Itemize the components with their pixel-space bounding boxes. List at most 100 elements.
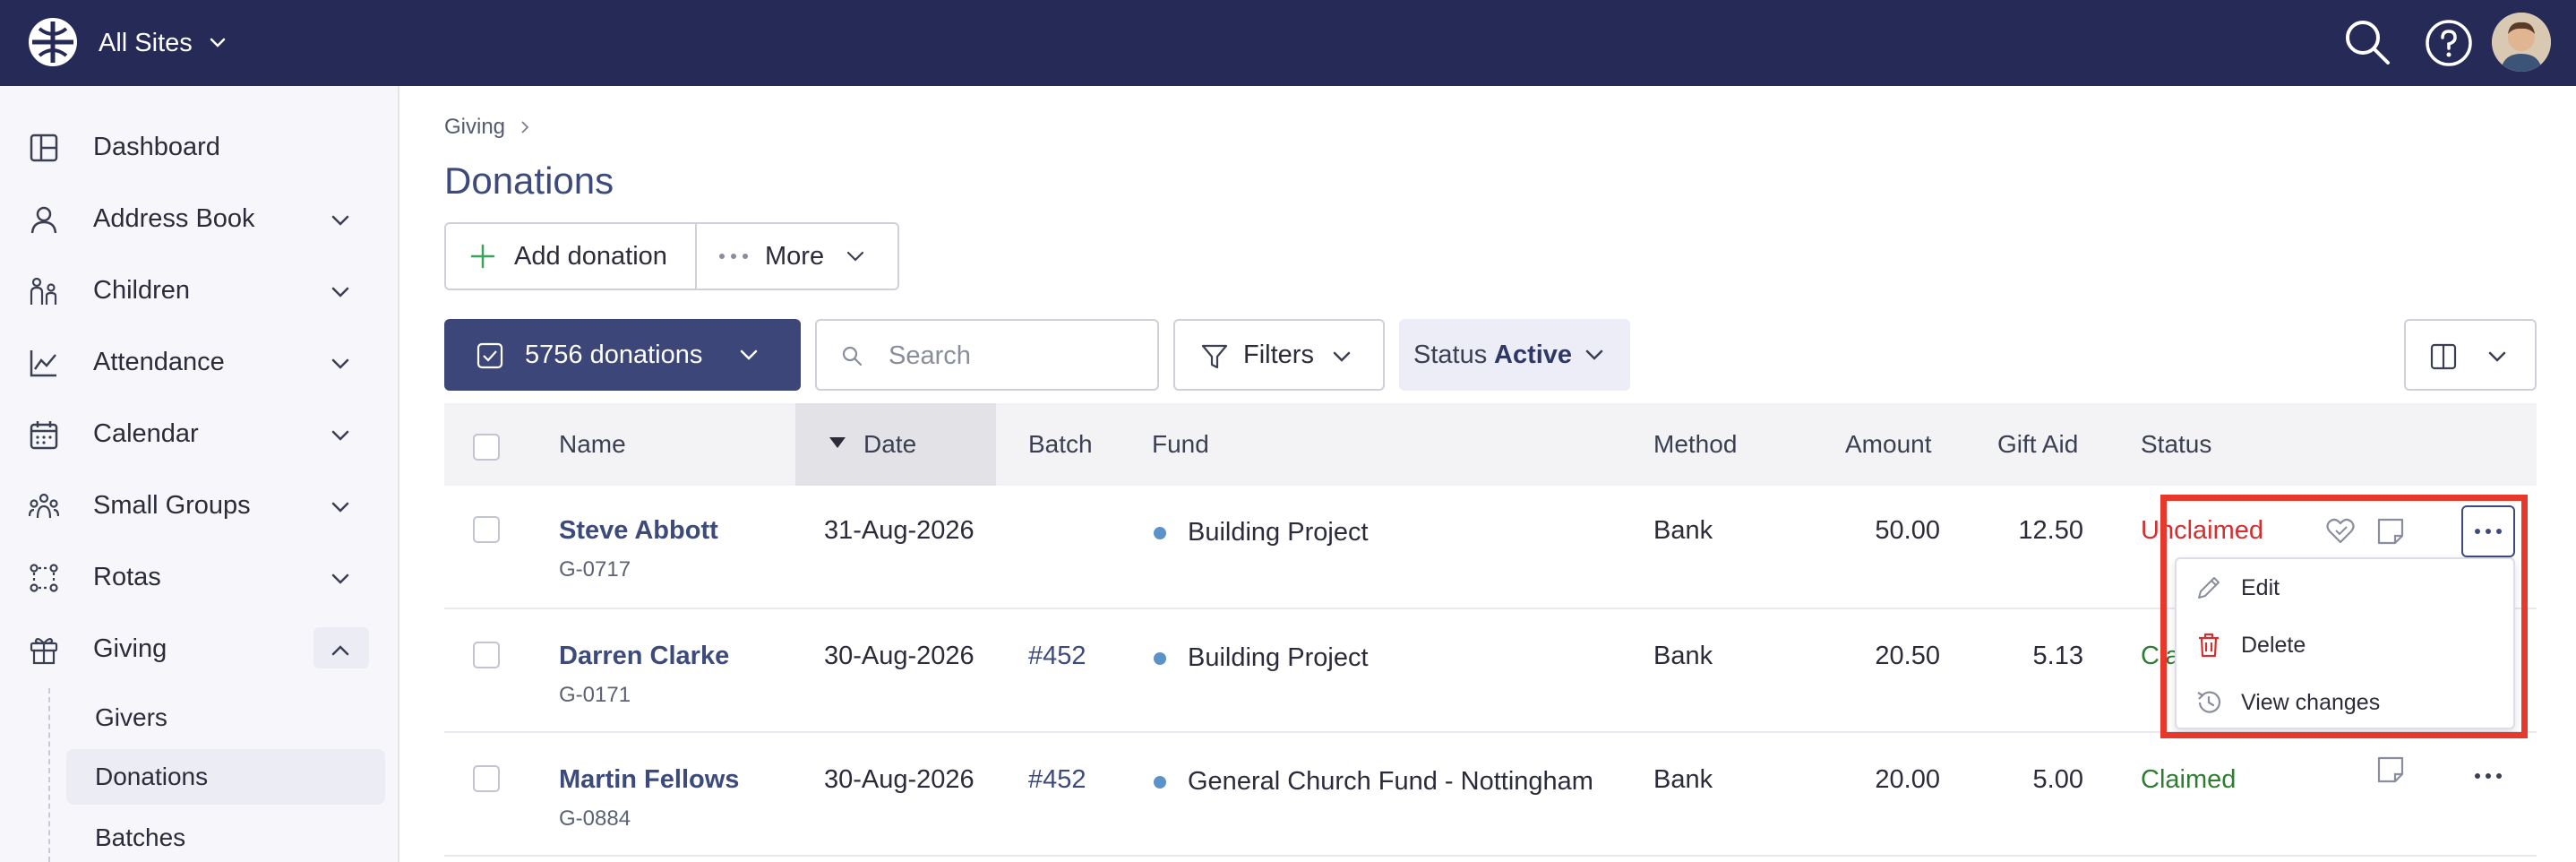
- action-group: Add donation More: [444, 222, 899, 290]
- fund-dot: [1154, 527, 1166, 539]
- sidebar-item-children[interactable]: Children: [0, 262, 399, 319]
- columns-button[interactable]: [2404, 319, 2537, 391]
- header-status[interactable]: Status: [2141, 430, 2211, 459]
- sidebar-item-giving[interactable]: Giving: [0, 620, 399, 677]
- checkbox-icon: [477, 342, 503, 369]
- chevron-down-icon: [331, 287, 349, 297]
- site-switcher[interactable]: All Sites: [99, 23, 230, 63]
- more-actions-icon[interactable]: [2470, 758, 2506, 794]
- fund-dot: [1154, 776, 1166, 789]
- chart-icon: [30, 350, 56, 377]
- person-icon: [30, 206, 57, 234]
- chevron-down-icon: [1585, 349, 1603, 360]
- giver-name-link[interactable]: Steve Abbott: [559, 516, 718, 546]
- group-icon: [29, 493, 59, 519]
- table-row[interactable]: Martin Fellows G-0884 30-Aug-2026 #452 G…: [444, 733, 2537, 857]
- header-amount[interactable]: Amount: [1845, 430, 1932, 459]
- header-date[interactable]: Date: [863, 430, 916, 459]
- calendar-icon: [30, 421, 58, 450]
- sidebar-subitem-batches[interactable]: Batches: [66, 810, 385, 862]
- chevron-down-icon: [1333, 351, 1351, 362]
- giver-name-link[interactable]: Martin Fellows: [559, 765, 739, 795]
- add-donation-button[interactable]: Add donation: [446, 224, 697, 289]
- chevron-down-icon: [2488, 351, 2506, 362]
- sidebar-item-label: Calendar: [93, 418, 199, 448]
- chevron-down-icon: [740, 349, 758, 360]
- sidebar-item-attendance[interactable]: Attendance: [0, 333, 399, 391]
- fund-name: General Church Fund - Nottingham: [1188, 767, 1593, 796]
- selection-count-label: 5756 donations: [525, 340, 703, 369]
- donation-date: 30-Aug-2026: [824, 765, 975, 794]
- select-all-checkbox[interactable]: [473, 434, 500, 461]
- chevron-down-icon: [210, 38, 226, 47]
- giver-name-link[interactable]: Darren Clarke: [559, 642, 729, 671]
- row-checkbox[interactable]: [473, 642, 500, 668]
- header-batch[interactable]: Batch: [1028, 430, 1093, 459]
- selection-count-button[interactable]: 5756 donations: [444, 319, 801, 391]
- chevron-up-icon: [331, 645, 349, 656]
- sidebar-item-calendar[interactable]: Calendar: [0, 405, 399, 462]
- giver-code: G-0717: [559, 557, 631, 582]
- fund-dot: [1154, 652, 1166, 665]
- sort-descending-icon: [829, 437, 846, 448]
- payment-method: Bank: [1653, 642, 1713, 670]
- header-fund[interactable]: Fund: [1152, 430, 1209, 459]
- status-filter-key: Status: [1413, 340, 1488, 369]
- fund-name: Building Project: [1188, 518, 1369, 547]
- sidebar-item-rotas[interactable]: Rotas: [0, 548, 399, 606]
- avatar[interactable]: [2492, 13, 2551, 72]
- batch-link[interactable]: #452: [1028, 765, 1086, 795]
- chevron-down-icon: [331, 502, 349, 513]
- plus-icon: [470, 244, 495, 269]
- gift-aid-amount: 5.00: [2032, 765, 2083, 794]
- sidebar-item-label: Small Groups: [93, 490, 251, 520]
- donation-amount: 20.00: [1875, 765, 1940, 794]
- help-icon[interactable]: [2424, 18, 2474, 68]
- rotas-icon: [30, 564, 58, 592]
- donation-amount: 50.00: [1875, 516, 1940, 545]
- header-method[interactable]: Method: [1653, 430, 1737, 459]
- chevron-right-icon: [521, 121, 529, 134]
- row-checkbox[interactable]: [473, 516, 500, 543]
- filters-label: Filters: [1243, 340, 1314, 369]
- highlight-box: [2160, 495, 2528, 738]
- sidebar-item-label: Children: [93, 275, 190, 305]
- status-badge: Claimed: [2141, 765, 2237, 794]
- breadcrumb-link-giving[interactable]: Giving: [444, 115, 505, 140]
- sidebar-item-label: Dashboard: [93, 132, 220, 161]
- columns-icon: [2430, 343, 2457, 370]
- breadcrumb: Giving: [444, 115, 532, 140]
- table-header: Name Date Batch Fund Method Amount Gift …: [444, 403, 2537, 486]
- note-icon[interactable]: [2375, 754, 2406, 785]
- more-button[interactable]: More: [697, 224, 897, 289]
- sidebar-subitem-givers[interactable]: Givers: [66, 690, 385, 746]
- header-gift-aid[interactable]: Gift Aid: [1997, 430, 2078, 459]
- sidebar-subitem-donations[interactable]: Donations: [66, 749, 385, 805]
- sidebar-item-label: Giving: [93, 634, 167, 663]
- subnav-line: [48, 688, 50, 862]
- search-icon[interactable]: [2341, 16, 2393, 68]
- donation-date: 30-Aug-2026: [824, 642, 975, 670]
- giver-code: G-0171: [559, 683, 631, 707]
- sidebar-item-label: Address Book: [93, 203, 255, 233]
- logo-icon[interactable]: [27, 16, 79, 68]
- sidebar-item-label: Rotas: [93, 562, 161, 591]
- payment-method: Bank: [1653, 516, 1713, 545]
- batch-link[interactable]: #452: [1028, 642, 1086, 671]
- sidebar-item-small-groups[interactable]: Small Groups: [0, 477, 399, 534]
- donation-date: 31-Aug-2026: [824, 516, 975, 545]
- row-checkbox[interactable]: [473, 765, 500, 792]
- sidebar-item-label: Attendance: [93, 347, 225, 376]
- donation-amount: 20.50: [1875, 642, 1940, 670]
- gift-aid-amount: 5.13: [2032, 642, 2083, 670]
- ellipsis-icon: [719, 254, 748, 259]
- filters-button[interactable]: Filters: [1173, 319, 1385, 391]
- chevron-down-icon: [331, 430, 349, 441]
- sidebar-item-address-book[interactable]: Address Book: [0, 190, 399, 247]
- search-field[interactable]: [815, 319, 1159, 391]
- status-filter-chip[interactable]: Status Active: [1399, 319, 1630, 391]
- search-input[interactable]: [889, 337, 1148, 375]
- top-bar: All Sites: [0, 0, 2576, 86]
- sidebar-item-dashboard[interactable]: Dashboard: [0, 118, 399, 176]
- header-name[interactable]: Name: [559, 430, 626, 459]
